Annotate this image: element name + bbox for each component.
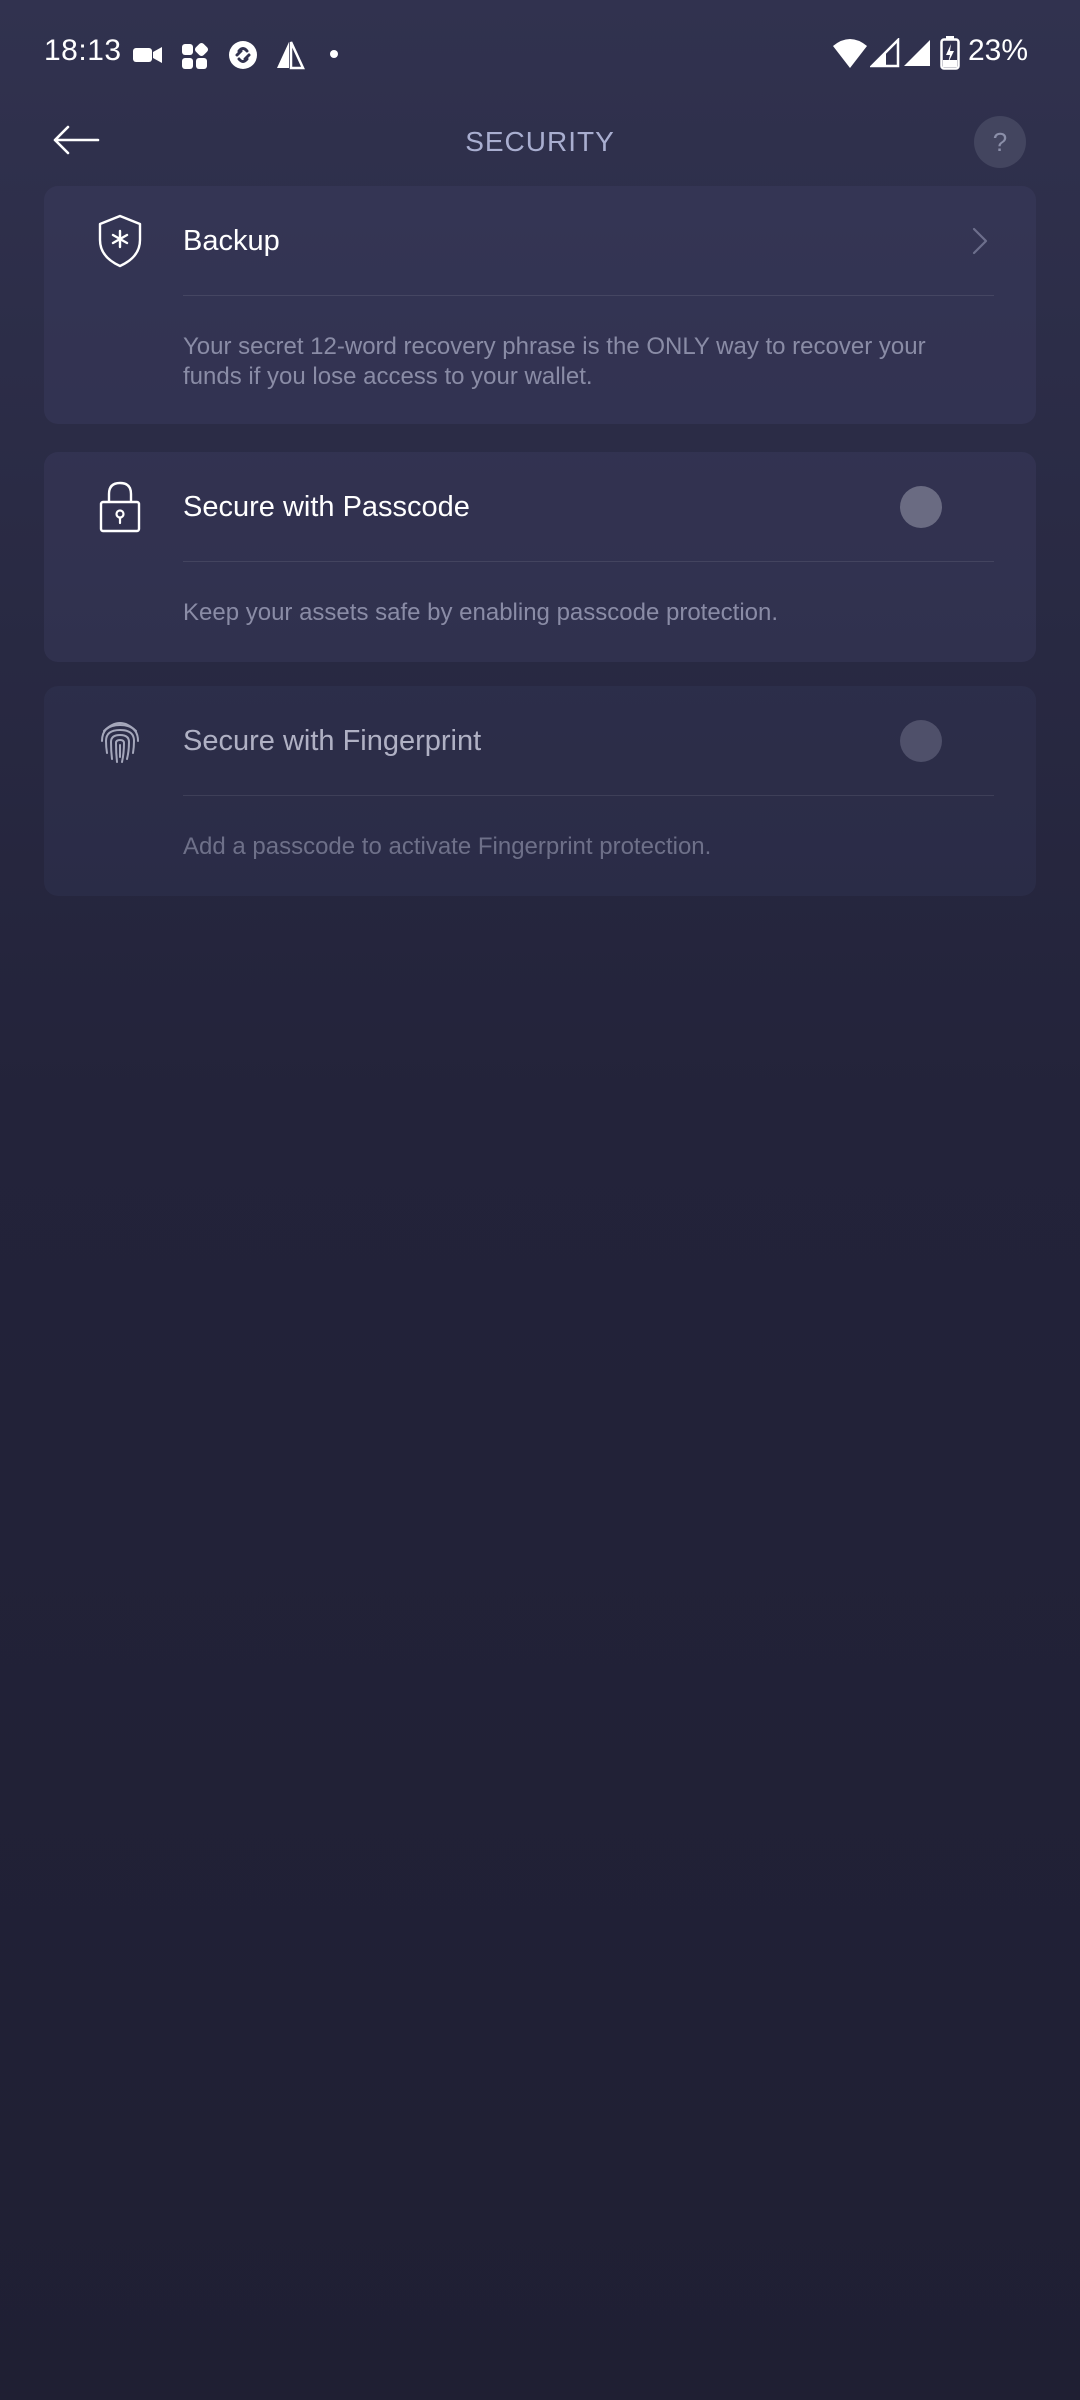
backup-title: Backup [183,225,280,257]
page-title: SECURITY [465,126,615,157]
divider [183,295,994,296]
fingerprint-toggle[interactable] [898,720,974,762]
backup-row[interactable]: Backup [44,186,1036,296]
divider [183,795,994,796]
fingerprint-card: Secure with Fingerprint Add a passcode t… [44,686,1036,896]
video-camera-icon [132,34,164,79]
status-time: 18:13 [44,34,122,67]
divider [183,561,994,562]
fingerprint-description: Add a passcode to activate Fingerprint p… [183,833,712,860]
battery-percent: 23% [968,34,1029,67]
fingerprint-title: Secure with Fingerprint [183,725,482,757]
apps-grid-icon [180,34,210,79]
toggle-knob [900,720,942,762]
help-button[interactable]: ? [974,116,1026,168]
signal-1-icon [868,36,900,73]
passcode-row: Secure with Passcode [44,452,1036,562]
wifi-icon [832,36,868,75]
fingerprint-row: Secure with Fingerprint [44,686,1036,796]
passcode-title: Secure with Passcode [183,491,470,523]
passcode-toggle[interactable] [898,486,974,528]
passcode-card: Secure with Passcode Keep your assets sa… [44,452,1036,662]
lock-icon [92,479,148,535]
backup-description: Your secret 12-word recovery phrase is t… [183,333,926,390]
fingerprint-icon [92,713,148,769]
toggle-knob [900,486,942,528]
backup-card[interactable]: Backup Your secret 12-word recovery phra… [44,186,1036,424]
chevron-right-icon [964,226,994,256]
dot-icon [328,34,340,79]
sail-icon [274,34,306,79]
shazam-icon [226,34,260,79]
shield-asterisk-icon [92,213,148,269]
signal-2-icon [902,38,932,73]
passcode-description: Keep your assets safe by enabling passco… [183,599,779,626]
battery-charging-icon [940,36,960,75]
status-bar: 18:13 23% [0,0,1080,106]
